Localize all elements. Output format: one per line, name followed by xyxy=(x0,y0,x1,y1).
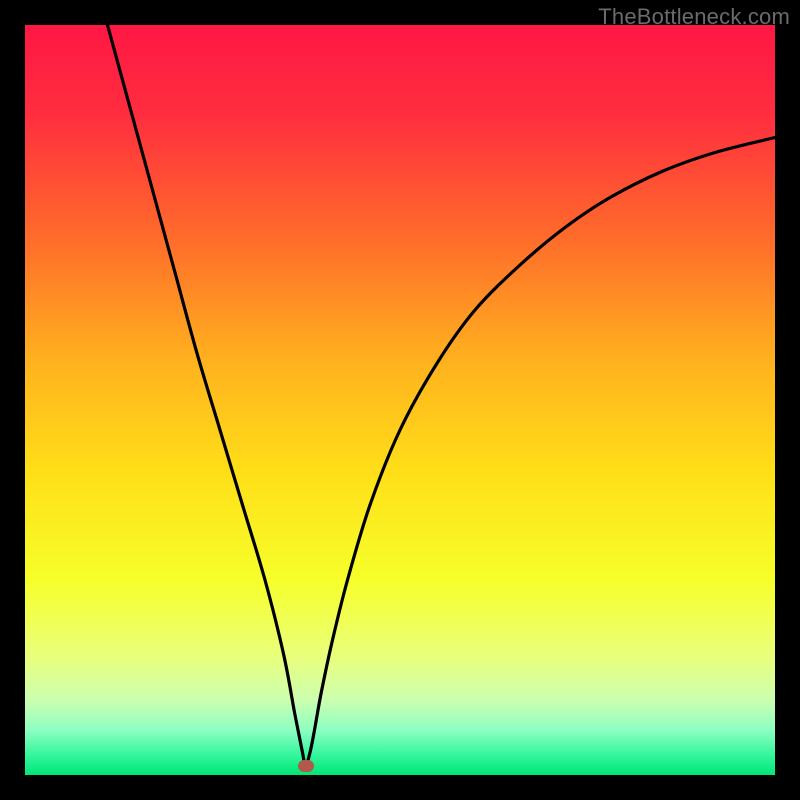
bottleneck-curve xyxy=(108,25,776,766)
curve-layer xyxy=(25,25,775,775)
optimal-point-marker xyxy=(298,760,314,772)
watermark-text: TheBottleneck.com xyxy=(598,4,790,30)
chart-frame: TheBottleneck.com xyxy=(0,0,800,800)
plot-area xyxy=(25,25,775,775)
